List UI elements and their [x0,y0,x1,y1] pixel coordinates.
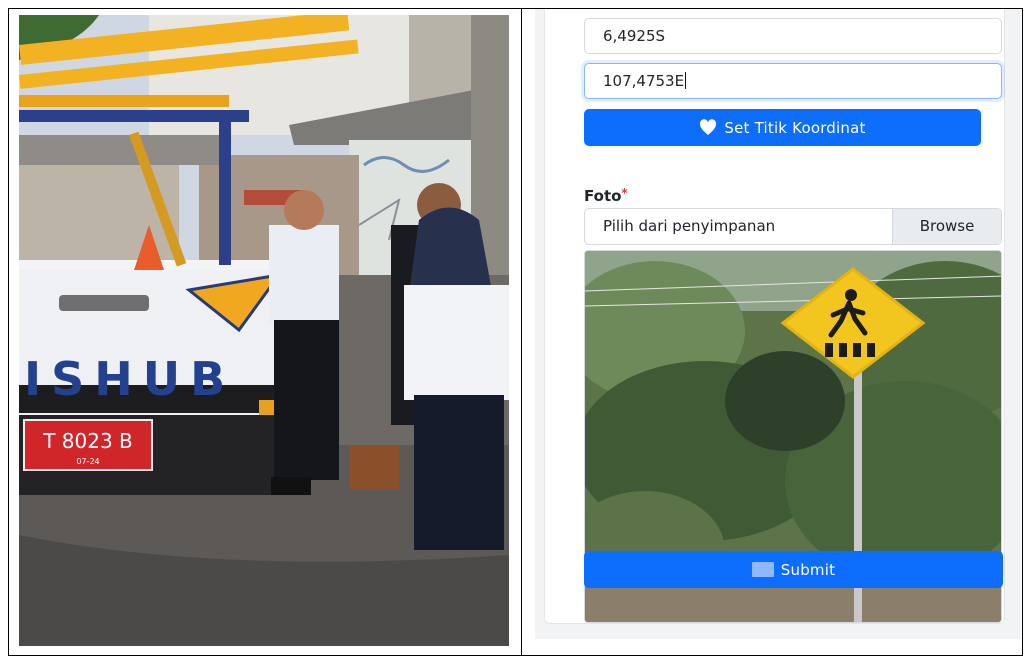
license-plate-number: T 8023 B [42,429,133,453]
latitude-field[interactable]: 6,4925S [584,18,1002,54]
form-panel: 6,4925S 107,4753E Set Titik Koordinat Fo… [535,9,1021,639]
file-input[interactable]: Pilih dari penyimpanan Browse [584,208,1002,245]
submit-label: Submit [780,560,836,579]
photo-label-text: Foto [584,187,622,205]
text-caret [685,72,687,89]
form-card: 6,4925S 107,4753E Set Titik Koordinat Fo… [544,9,1005,624]
file-input-placeholder: Pilih dari penyimpanan [603,217,776,235]
square-icon [751,562,774,577]
photo-label: Foto* [584,186,628,205]
truck-lettering: ISHUB [24,352,235,406]
license-plate-date: 07-24 [76,457,99,466]
frame-divider [521,8,522,656]
set-coordinate-label: Set Titik Koordinat [724,118,866,137]
required-mark: * [621,186,628,200]
heart-icon [700,118,717,135]
longitude-field[interactable]: 107,4753E [584,63,1002,99]
longitude-value: 107,4753E [603,72,685,90]
browse-button[interactable]: Browse [892,209,1001,244]
field-photo: ISHUB T 8023 B 07-24 [19,15,509,646]
submit-button[interactable]: Submit [584,551,1003,588]
set-coordinate-button[interactable]: Set Titik Koordinat [584,109,981,146]
field-photo-scene: ISHUB T 8023 B 07-24 [19,15,509,646]
latitude-value: 6,4925S [603,27,666,45]
